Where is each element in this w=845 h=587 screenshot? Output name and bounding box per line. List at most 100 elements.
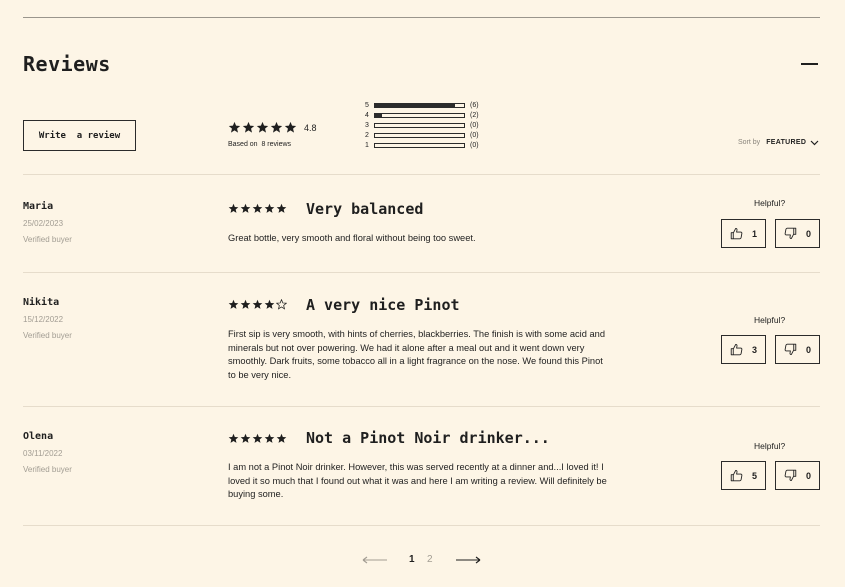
star-icon: [228, 433, 239, 444]
review-date: 25/02/2023: [23, 219, 64, 228]
top-divider: [23, 17, 820, 18]
helpful-up-button[interactable]: 3: [721, 335, 766, 364]
page-link-current[interactable]: 1: [409, 554, 415, 565]
up-count: 1: [751, 228, 757, 239]
pagination: 1 2: [0, 553, 845, 567]
review-date: 03/11/2022: [23, 449, 63, 458]
distribution-count: (6): [470, 101, 479, 109]
sort-dropdown[interactable]: Sort by FEATURED: [738, 139, 819, 146]
star-icon: [252, 203, 263, 214]
helpful-up-button[interactable]: 5: [721, 461, 766, 490]
distribution-count: (0): [470, 121, 479, 129]
helpful-up-button[interactable]: 1: [721, 219, 766, 248]
review-rating-stars: [228, 299, 287, 310]
reviewer-name: Nikita: [23, 297, 60, 308]
helpful-label: Helpful?: [754, 441, 786, 451]
distribution-row: 3 (0): [365, 120, 479, 130]
helpful-down-button[interactable]: 0: [775, 335, 820, 364]
verified-badge: Verified buyer: [23, 235, 72, 244]
distribution-row: 4 (2): [365, 110, 479, 120]
distribution-count: (2): [470, 111, 479, 119]
review-rating-stars: [228, 433, 287, 444]
helpful-label: Helpful?: [754, 315, 786, 325]
write-review-button[interactable]: Write a review: [23, 120, 136, 151]
reviewer-name: Maria: [23, 201, 54, 212]
review-body: First sip is very smooth, with hints of …: [228, 329, 606, 380]
reviewer-name: Olena: [23, 431, 54, 442]
average-rating-stars: [228, 121, 297, 134]
distribution-level: 5: [365, 101, 369, 109]
average-rating-value: 4.8: [304, 123, 317, 133]
thumbs-up-icon: [730, 469, 743, 482]
distribution-count: (0): [470, 132, 479, 140]
star-icon: [242, 121, 255, 134]
sort-label: Sort by: [738, 139, 761, 146]
distribution-level: 1: [365, 142, 369, 150]
review-title: A very nice Pinot: [306, 296, 460, 314]
divider: [23, 272, 820, 273]
sort-value: FEATURED: [766, 139, 807, 146]
up-count: 5: [751, 470, 757, 481]
helpful-label: Helpful?: [754, 198, 786, 208]
distribution-row: 2 (0): [365, 131, 479, 141]
divider: [23, 174, 820, 175]
star-icon: [228, 203, 239, 214]
down-count: 0: [805, 228, 811, 239]
distribution-level: 3: [365, 121, 369, 129]
review-body: Great bottle, very smooth and floral wit…: [228, 233, 476, 243]
star-icon: [228, 121, 241, 134]
star-icon: [276, 433, 287, 444]
arrow-left-icon[interactable]: [362, 556, 388, 564]
star-icon: [240, 433, 251, 444]
verified-badge: Verified buyer: [23, 465, 72, 474]
star-icon: [228, 299, 239, 310]
section-title: Reviews: [23, 52, 111, 76]
distribution-level: 4: [365, 111, 369, 119]
star-icon: [256, 121, 269, 134]
distribution-level: 2: [365, 132, 369, 140]
distribution-bar: [374, 112, 465, 118]
helpful-down-button[interactable]: 0: [775, 461, 820, 490]
distribution-bar: [374, 143, 465, 149]
down-count: 0: [805, 470, 811, 481]
helpful-down-button[interactable]: 0: [775, 219, 820, 248]
divider: [23, 525, 820, 526]
rating-distribution: 5 (6) 4 (2) 3 (0) 2 (0) 1 (0): [365, 100, 479, 151]
star-icon: [264, 299, 275, 310]
distribution-bar-fill: [375, 113, 383, 117]
review-rating-stars: [228, 203, 287, 214]
review-count-text: Based on 8 reviews: [228, 141, 292, 148]
distribution-row: 5 (6): [365, 100, 479, 110]
review-title: Not a Pinot Noir drinker...: [306, 429, 550, 447]
review-date: 15/12/2022: [23, 315, 64, 324]
thumbs-down-icon: [784, 343, 797, 356]
review-title: Very balanced: [306, 200, 424, 218]
distribution-bar: [374, 102, 465, 108]
page-link[interactable]: 2: [427, 554, 433, 565]
up-count: 3: [751, 344, 757, 355]
verified-badge: Verified buyer: [23, 331, 72, 340]
star-icon: [240, 299, 251, 310]
chevron-down-icon: [810, 140, 819, 145]
distribution-count: (0): [470, 142, 479, 150]
thumbs-up-icon: [730, 343, 743, 356]
star-icon: [264, 203, 275, 214]
star-icon: [240, 203, 251, 214]
review-body: I am not a Pinot Noir drinker. However, …: [228, 462, 607, 499]
star-icon: [270, 121, 283, 134]
thumbs-down-icon: [784, 469, 797, 482]
star-icon: [252, 433, 263, 444]
star-icon: [252, 299, 263, 310]
distribution-bar: [374, 122, 465, 128]
thumbs-down-icon: [784, 227, 797, 240]
distribution-bar: [374, 133, 465, 139]
star-icon: [276, 203, 287, 214]
distribution-bar-fill: [375, 103, 456, 107]
down-count: 0: [805, 344, 811, 355]
star-icon: [284, 121, 297, 134]
arrow-right-icon[interactable]: [455, 556, 481, 564]
thumbs-up-icon: [730, 227, 743, 240]
star-icon: [276, 299, 287, 310]
collapse-minus-icon[interactable]: [801, 63, 818, 65]
divider: [23, 406, 820, 407]
